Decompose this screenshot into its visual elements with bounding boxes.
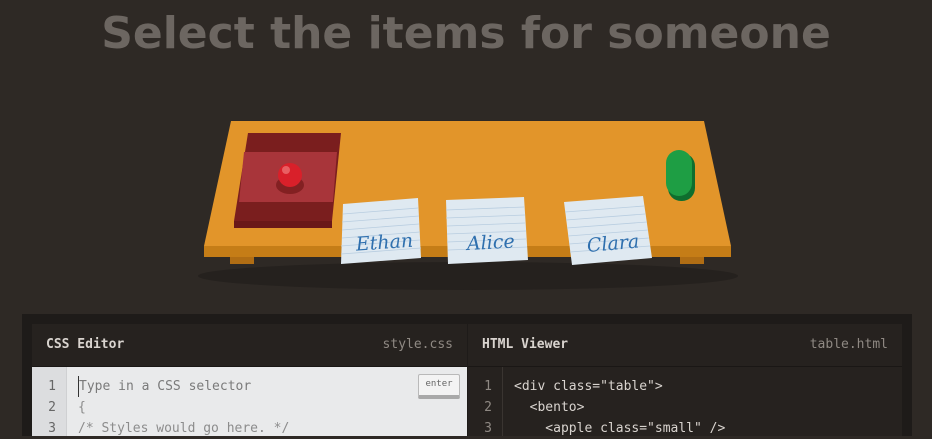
css-editor-filename: style.css — [382, 337, 453, 352]
css-code-area: 1 2 3 { /* Styles would go here. */ ente… — [32, 367, 467, 436]
html-viewer-header: HTML Viewer table.html — [468, 324, 902, 367]
note-ethan[interactable]: Ethan — [340, 198, 422, 264]
note-alice[interactable]: Alice — [445, 197, 528, 264]
html-viewer-title: HTML Viewer — [482, 337, 569, 352]
html-viewer-pane: HTML Viewer table.html 1 2 3 <div class=… — [468, 324, 902, 436]
css-line-numbers: 1 2 3 — [32, 367, 67, 436]
editor-panel: CSS Editor style.css 1 2 3 { /* Styles w… — [22, 314, 912, 436]
css-editor-title: CSS Editor — [46, 337, 125, 352]
css-editor-pane: CSS Editor style.css 1 2 3 { /* Styles w… — [32, 324, 467, 436]
html-viewer-filename: table.html — [809, 337, 888, 352]
note-label-ethan: Ethan — [354, 230, 414, 256]
css-editor-header: CSS Editor style.css — [32, 324, 467, 367]
note-label-clara: Clara — [586, 230, 640, 256]
enter-button[interactable]: enter — [418, 374, 460, 399]
html-line-numbers: 1 2 3 — [468, 367, 503, 436]
table-shadow — [198, 262, 738, 290]
note-clara[interactable]: Clara — [564, 196, 652, 265]
css-code-lines: { /* Styles would go here. */ — [78, 376, 467, 439]
table-scene: Ethan Alice Clara — [198, 121, 738, 290]
line-number: 1 — [48, 379, 56, 394]
line-number: 2 — [48, 400, 56, 415]
html-code-area: 1 2 3 <div class="table"> <bento> <apple… — [468, 367, 902, 436]
line-number: 1 — [484, 379, 492, 394]
html-code-lines: <div class="table"> <bento> <apple class… — [514, 376, 902, 439]
code-line: { — [78, 400, 86, 415]
html-code-line[interactable]: <div class="table"> — [514, 376, 902, 397]
html-code-line[interactable]: <bento> — [514, 397, 902, 418]
pickle-item[interactable] — [666, 150, 695, 201]
line-number: 2 — [484, 400, 492, 415]
note-label-alice: Alice — [464, 231, 515, 256]
css-selector-input[interactable] — [78, 376, 399, 397]
